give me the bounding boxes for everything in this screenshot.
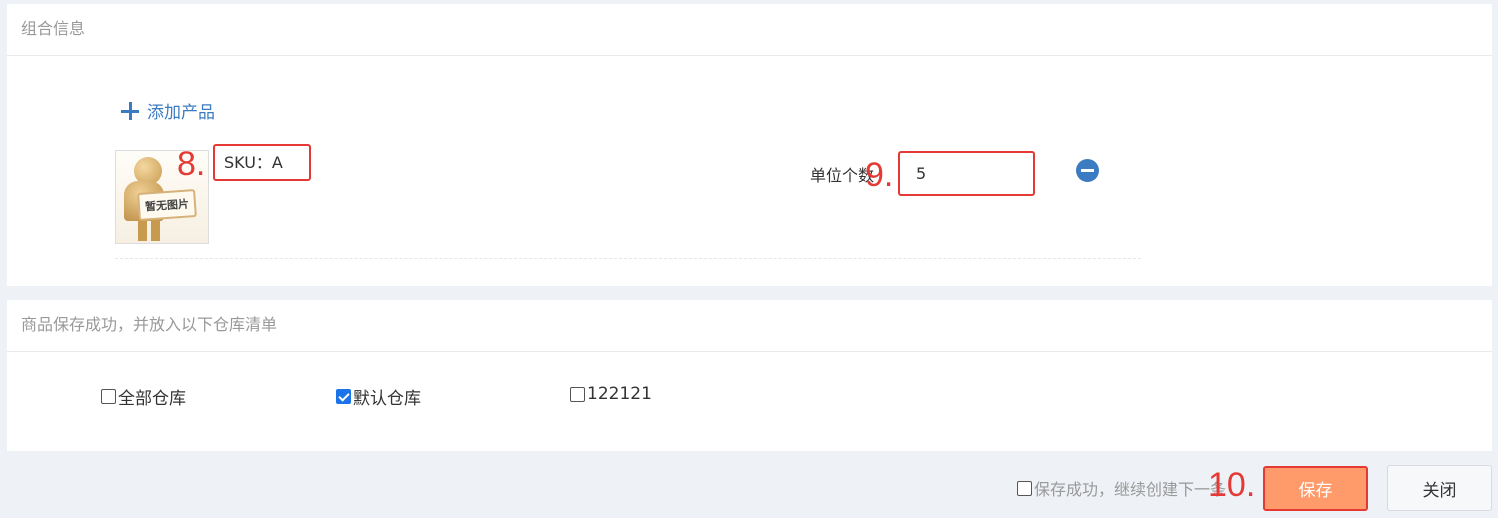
checkbox[interactable] — [570, 386, 585, 402]
combo-info-title: 组合信息 — [7, 4, 1492, 56]
save-button[interactable]: 保存 — [1263, 466, 1368, 511]
continue-create-option[interactable]: 保存成功，继续创建下一条 — [1017, 476, 1226, 500]
no-image-placeholder: 暂无图片 — [137, 189, 197, 221]
warehouse-option-default[interactable]: 默认仓库 — [336, 384, 421, 409]
unit-count-input[interactable] — [898, 151, 1035, 196]
warehouse-label: 默认仓库 — [353, 389, 421, 409]
warehouse-panel: 商品保存成功，并放入以下仓库清单 全部仓库 默认仓库 122121 — [7, 300, 1492, 451]
annotation-10: 10. — [1208, 466, 1256, 504]
divider — [115, 258, 1141, 259]
remove-product-icon[interactable] — [1076, 159, 1099, 182]
warehouse-label: 全部仓库 — [118, 389, 186, 409]
add-product-button[interactable]: 添加产品 — [121, 98, 215, 123]
combo-info-panel: 组合信息 添加产品 暂无图片 8. SKU：A 单位个数 9. — [7, 4, 1492, 286]
annotation-8: 8. — [177, 145, 206, 183]
continue-create-label: 保存成功，继续创建下一条 — [1034, 480, 1227, 499]
warehouse-label: 122121 — [587, 384, 652, 404]
sku-label: SKU：A — [213, 144, 311, 181]
warehouse-option-all[interactable]: 全部仓库 — [101, 384, 186, 409]
close-button[interactable]: 关闭 — [1387, 465, 1492, 511]
checkbox[interactable] — [1017, 480, 1032, 496]
warehouse-panel-title: 商品保存成功，并放入以下仓库清单 — [7, 300, 1492, 352]
warehouse-option-122121[interactable]: 122121 — [570, 384, 652, 404]
plus-icon — [121, 101, 139, 120]
add-product-label: 添加产品 — [147, 103, 215, 123]
annotation-9: 9. — [865, 156, 894, 194]
checkbox[interactable] — [101, 389, 116, 404]
checkbox-checked[interactable] — [336, 389, 351, 404]
